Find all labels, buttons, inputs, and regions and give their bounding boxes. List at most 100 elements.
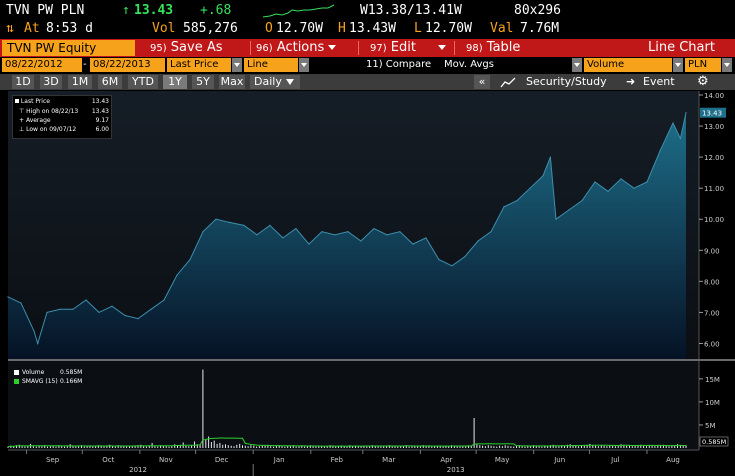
range-5y[interactable]: 5Y bbox=[192, 75, 214, 89]
price-point bbox=[243, 224, 245, 226]
volume-legend-label: Volume bbox=[22, 369, 45, 376]
price-point bbox=[269, 224, 271, 226]
actions-button[interactable]: 96) Actions bbox=[256, 39, 337, 57]
compare-button[interactable]: 11) Compare bbox=[366, 58, 431, 72]
price-point bbox=[633, 187, 635, 189]
price-point bbox=[438, 259, 440, 261]
price-point bbox=[124, 314, 126, 317]
smavg-legend-value: 0.166M bbox=[60, 378, 83, 385]
month-label: Aug bbox=[666, 456, 680, 464]
mov-avgs-button[interactable]: Mov. Avgs bbox=[444, 58, 494, 72]
price-volume-chart[interactable]: 6.00 7.00 8.00 9.00 10.00 11.00 12.00 13.00 14.0… bbox=[0, 91, 735, 476]
high-value: 13.43W bbox=[349, 21, 396, 36]
volume-tick-label: 5M bbox=[705, 422, 716, 430]
legend-last-label: Last Price bbox=[20, 98, 50, 105]
price-tick-label: 9.00 bbox=[704, 247, 720, 255]
ask-price: 13.41 bbox=[414, 3, 454, 18]
price-point bbox=[37, 342, 39, 345]
quote-line-2: ⇅ At 8:53 d Vol 585,276 O 12.70W H 13.43… bbox=[0, 20, 735, 38]
range-bar: 1D 3D 1M 6M YTD 1Y 5Y Max Daily « Securi… bbox=[0, 74, 735, 90]
range-ytd[interactable]: YTD bbox=[128, 75, 158, 89]
range-max[interactable]: Max bbox=[219, 75, 245, 89]
price-point bbox=[646, 181, 648, 183]
price-point bbox=[659, 150, 661, 152]
month-label: Jun bbox=[553, 456, 565, 464]
month-label: Feb bbox=[331, 456, 344, 464]
currency-dropdown-icon[interactable] bbox=[722, 58, 732, 72]
save-as-button[interactable]: 95) Save As bbox=[150, 39, 223, 57]
table-num: 98) bbox=[466, 43, 483, 54]
price-point bbox=[150, 308, 152, 310]
range-1y[interactable]: 1Y bbox=[163, 75, 187, 89]
event-icon[interactable]: ➜ bbox=[626, 75, 635, 89]
menu-bar: TVN PW Equity 95) Save As 96) Actions 97… bbox=[0, 39, 735, 57]
end-date-field[interactable]: 08/22/2013 bbox=[90, 58, 165, 72]
low-value: 12.70W bbox=[425, 21, 472, 36]
table-button[interactable]: 98) Table bbox=[466, 39, 520, 57]
year-label: 2012 bbox=[129, 466, 147, 474]
price-point bbox=[516, 200, 518, 202]
legend-swatch bbox=[15, 99, 19, 103]
last-volume-label: 0.585M bbox=[702, 438, 726, 446]
period-select[interactable]: Daily bbox=[250, 75, 300, 89]
month-label: Apr bbox=[440, 456, 452, 464]
collapse-button[interactable]: « bbox=[474, 75, 490, 89]
month-label: Jan bbox=[273, 456, 285, 464]
legend-last-value: 13.43 bbox=[91, 98, 109, 105]
chevron-down-icon bbox=[437, 45, 446, 50]
range-1m[interactable]: 1M bbox=[68, 75, 92, 89]
style-select[interactable]: Line bbox=[244, 58, 298, 72]
price-point bbox=[163, 299, 165, 301]
field-dropdown-icon[interactable] bbox=[232, 58, 242, 72]
gear-icon[interactable]: ⚙ bbox=[697, 75, 709, 89]
legend-high-value: 13.43 bbox=[91, 108, 109, 115]
price-point bbox=[425, 237, 427, 239]
price-point bbox=[202, 231, 204, 233]
price-point bbox=[594, 181, 596, 183]
open-value: 12.70W bbox=[276, 21, 323, 36]
start-date-field[interactable]: 08/22/2012 bbox=[2, 58, 82, 72]
legend-row-low: ⊥ Low on 09/07/12 bbox=[19, 126, 77, 133]
price-tick-label: 6.00 bbox=[704, 340, 720, 348]
volume-value: 585,276 bbox=[183, 21, 238, 36]
volume-legend: Volume 0.585M SMAVG (15) 0.166M bbox=[14, 369, 92, 388]
price-tick-label: 14.00 bbox=[704, 92, 724, 100]
time-label: At bbox=[24, 21, 40, 36]
security-study-button[interactable]: Security/Study bbox=[526, 75, 607, 89]
low-label: L bbox=[414, 21, 422, 36]
price-point bbox=[399, 231, 401, 233]
edit-button[interactable]: 97) Edit bbox=[370, 39, 446, 57]
bid-prefix: W bbox=[360, 3, 368, 18]
price-point bbox=[85, 299, 87, 301]
last-price-label: 13.43 bbox=[702, 110, 722, 118]
range-1d[interactable]: 1D bbox=[12, 75, 34, 89]
legend-average-label: Average bbox=[25, 117, 51, 124]
range-6m[interactable]: 6M bbox=[98, 75, 122, 89]
field-select[interactable]: Last Price bbox=[167, 58, 231, 72]
price-point bbox=[59, 308, 61, 310]
price-point bbox=[672, 122, 674, 124]
lower-study-select[interactable]: Volume bbox=[584, 58, 672, 72]
price-point bbox=[451, 265, 453, 267]
trend-line-icon[interactable] bbox=[500, 76, 516, 88]
price-point bbox=[98, 311, 100, 313]
event-button[interactable]: Event bbox=[643, 75, 675, 89]
ask-suffix: W bbox=[453, 3, 462, 18]
style-dropdown-icon[interactable] bbox=[299, 58, 309, 72]
chart-area: 6.00 7.00 8.00 9.00 10.00 11.00 12.00 13.00 14.0… bbox=[0, 91, 735, 476]
chart-parameters: 08/22/2012 - 08/22/2013 Last Price Line … bbox=[0, 58, 735, 73]
mov-avgs-dropdown-icon[interactable] bbox=[572, 58, 582, 72]
chevron-down-icon bbox=[286, 79, 294, 85]
open-label: O bbox=[265, 21, 273, 36]
edit-num: 97) bbox=[370, 43, 387, 54]
price-point bbox=[679, 137, 682, 140]
lower-study-dropdown-icon[interactable] bbox=[673, 58, 683, 72]
currency-select[interactable]: PLN bbox=[685, 58, 721, 72]
security-field[interactable]: TVN PW Equity bbox=[2, 40, 135, 56]
range-3d[interactable]: 3D bbox=[40, 75, 62, 89]
month-label: Dec bbox=[215, 456, 229, 464]
price-point bbox=[176, 274, 178, 276]
legend-high-label: High on 08/22/13 bbox=[26, 108, 79, 115]
month-label: Jul bbox=[610, 456, 620, 464]
legend-average-value: 9.17 bbox=[95, 117, 109, 124]
